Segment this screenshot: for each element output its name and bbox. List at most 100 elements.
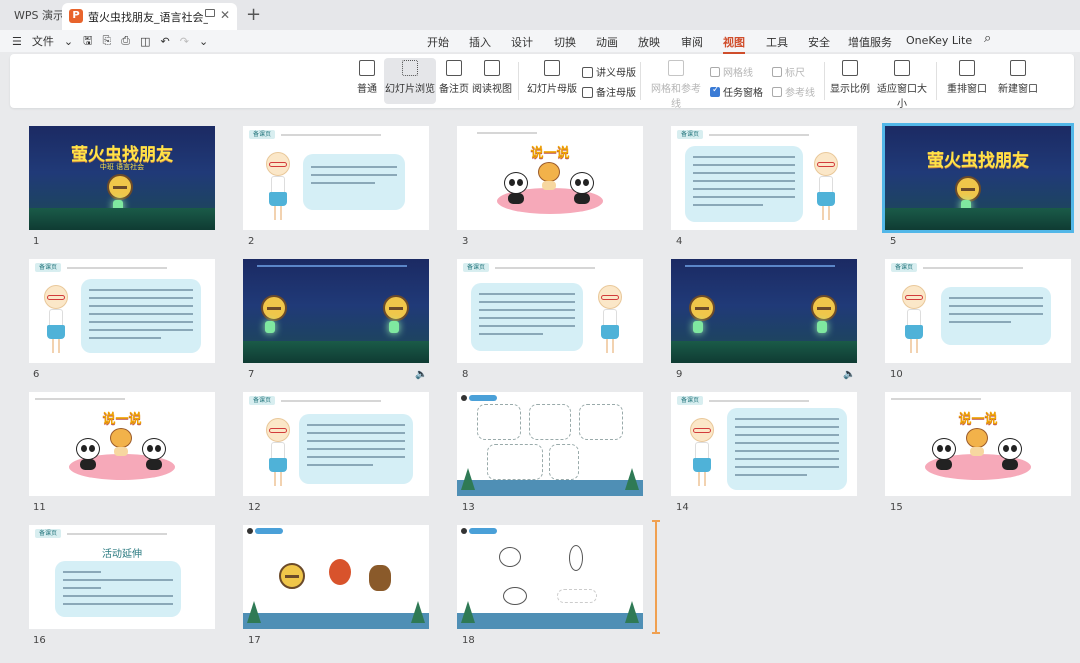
new-window-button[interactable]: 新建窗口	[996, 58, 1040, 104]
ruler-checkbox[interactable]: 标尺	[772, 64, 805, 79]
speaker-icon[interactable]: 🔈	[415, 369, 427, 380]
slide-thumbnail-11[interactable]: 说一说	[29, 392, 215, 496]
tab-home[interactable]: 开始	[427, 34, 449, 50]
speech-bubble	[55, 561, 181, 617]
grid-guides-button[interactable]: 网格和参考线	[648, 58, 704, 110]
file-menu[interactable]: 文件	[32, 33, 54, 49]
bee-outline-icon	[499, 547, 521, 567]
save-icon[interactable]: 🖫	[83, 32, 92, 51]
ant-outline-icon	[569, 545, 583, 571]
speech-bubble	[685, 146, 803, 222]
chevron-down-icon[interactable]: ⌄	[64, 35, 73, 48]
normal-view-button[interactable]: 普通	[352, 58, 382, 104]
tab-insert[interactable]: 插入	[469, 34, 491, 50]
guides-checkbox[interactable]: 参考线	[772, 84, 815, 99]
print-icon[interactable]: ⎙	[121, 34, 130, 48]
percent-icon	[842, 60, 858, 76]
more-icon[interactable]: ⌄	[199, 35, 208, 48]
slide-thumbnail-14[interactable]: 备课页	[671, 392, 857, 496]
slide-thumbnail-12[interactable]: 备课页	[243, 392, 429, 496]
slide-thumbnail-6[interactable]: 备课页	[29, 259, 215, 363]
slide-number: 3	[462, 236, 469, 247]
slide-thumbnail-13[interactable]	[457, 392, 643, 496]
slide-number: 4	[676, 236, 683, 247]
fit-window-button[interactable]: 适应窗口大小	[874, 58, 930, 110]
slide-thumbnail-7[interactable]	[243, 259, 429, 363]
tab-tools[interactable]: 工具	[766, 34, 788, 50]
redo-icon[interactable]: ↷	[180, 35, 189, 48]
new-tab-button[interactable]: +	[246, 4, 261, 25]
screen-icon[interactable]	[205, 9, 215, 17]
slide-thumbnail-18[interactable]	[457, 525, 643, 629]
logo-icon	[247, 528, 253, 534]
slide-number: 9	[676, 369, 683, 380]
cat-icon	[537, 162, 561, 190]
leaf-decoration	[625, 601, 639, 623]
tab-animation[interactable]: 动画	[596, 34, 618, 50]
slide-thumbnail-9[interactable]	[671, 259, 857, 363]
slide-number: 8	[462, 369, 469, 380]
slide-thumbnail-5[interactable]: 萤火虫找朋友	[882, 123, 1074, 233]
slide-thumbnail-15[interactable]: 说一说	[885, 392, 1071, 496]
reading-view-label: 阅读视图	[472, 84, 512, 95]
slide-thumbnail-17[interactable]	[243, 525, 429, 629]
caption-line	[281, 134, 381, 136]
slide-number: 1	[33, 236, 40, 247]
tab-transitions[interactable]: 切换	[554, 34, 576, 50]
task-pane-checkbox[interactable]: 任务窗格	[710, 84, 763, 99]
task-pane-checkbox-box	[710, 85, 720, 97]
tab-security[interactable]: 安全	[808, 34, 830, 50]
slide-thumbnail-3[interactable]: 说一说	[457, 126, 643, 230]
slide-1-subtitle: 中班 语言社会	[99, 163, 145, 171]
undo-icon[interactable]: ↶	[161, 35, 170, 48]
slide-sorter-button[interactable]: 幻灯片浏览	[384, 58, 436, 104]
leaf-decoration	[461, 468, 475, 490]
slide-number: 6	[33, 369, 40, 380]
slide-thumbnail-16[interactable]: 备课页 活动延伸	[29, 525, 215, 629]
slide-master-label: 幻灯片母版	[527, 84, 577, 95]
caption-line	[923, 267, 1023, 269]
zoom-button[interactable]: 显示比例	[830, 58, 870, 104]
arrange-windows-button[interactable]: 重排窗口	[944, 58, 990, 104]
tab-value-added[interactable]: 增值服务	[848, 34, 892, 50]
lantern-icon	[389, 321, 399, 333]
slide-thumbnail-10[interactable]: 备课页	[885, 259, 1071, 363]
gridlines-checkbox[interactable]: 网格线	[710, 64, 753, 79]
caption-line	[477, 132, 537, 134]
fit-window-label: 适应窗口大小	[877, 84, 927, 110]
search-icon[interactable]: ⌕	[984, 31, 991, 46]
speech-bubble	[471, 283, 583, 351]
notes-master-button[interactable]: 备注母版	[582, 84, 636, 99]
preview-icon[interactable]: ◫	[140, 35, 150, 48]
tab-onekey-lite[interactable]: OneKey Lite	[906, 34, 972, 47]
firefly-icon	[811, 295, 837, 321]
document-tab[interactable]: P 萤火虫找朋友_语言社会_中班_ ✕	[62, 3, 237, 30]
insertion-marker[interactable]	[652, 520, 660, 634]
handout-master-button[interactable]: 讲义母版	[582, 64, 636, 79]
slide-thumbnail-8[interactable]: 备课页	[457, 259, 643, 363]
speaker-icon[interactable]: 🔈	[843, 369, 855, 380]
tab-design[interactable]: 设计	[511, 34, 533, 50]
close-tab-icon[interactable]: ✕	[220, 8, 230, 22]
slide-number: 12	[248, 502, 261, 513]
slide-number: 2	[248, 236, 255, 247]
logo-icon	[461, 395, 467, 401]
notes-page-button[interactable]: 备注页	[438, 58, 470, 104]
speech-bubble	[299, 414, 413, 484]
slide-master-button[interactable]: 幻灯片母版	[526, 58, 578, 104]
reading-view-button[interactable]: 阅读视图	[472, 58, 512, 104]
slide-thumbnail-1[interactable]: 萤火虫找朋友 中班 语言社会	[29, 126, 215, 230]
hamburger-icon[interactable]: ☰	[12, 35, 22, 48]
tab-view[interactable]: 视图	[723, 34, 745, 54]
new-window-label: 新建窗口	[998, 84, 1038, 95]
export-icon[interactable]: ⎘	[102, 34, 111, 48]
tab-review[interactable]: 审阅	[681, 34, 703, 50]
teacher-girl-icon	[811, 152, 841, 222]
slide-thumbnail-4[interactable]: 备课页	[671, 126, 857, 230]
teacher-girl-icon	[263, 152, 293, 222]
tab-slideshow[interactable]: 放映	[638, 34, 660, 50]
lesson-tag: 备课页	[249, 396, 276, 405]
panda-icon	[997, 438, 1023, 470]
slide-thumbnail-2[interactable]: 备课页	[243, 126, 429, 230]
notes-page-icon	[446, 60, 462, 76]
